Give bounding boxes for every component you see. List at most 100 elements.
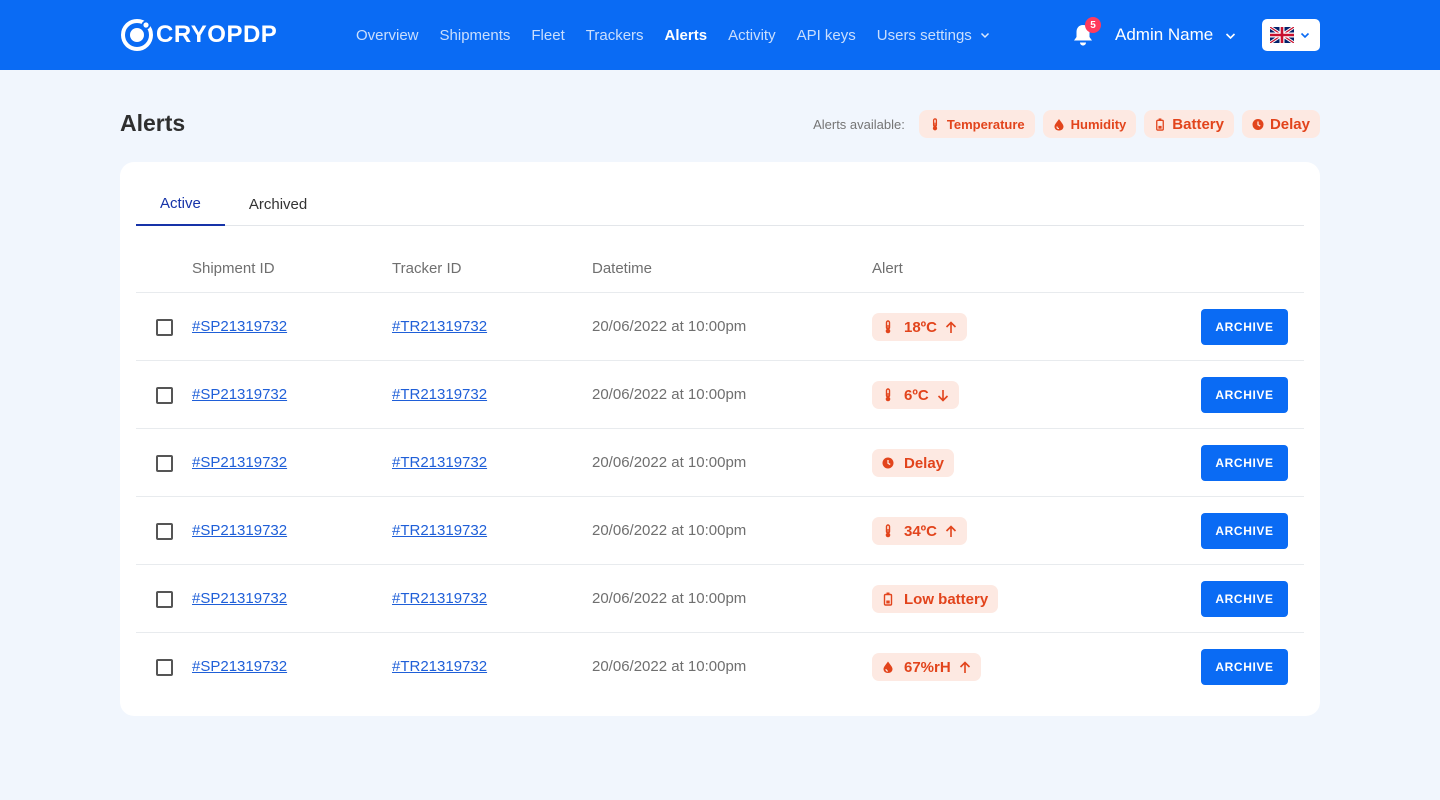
alert-datetime: 20/06/2022 at 10:00pm [592, 318, 747, 335]
nav-label: Users settings [876, 26, 972, 44]
alert-value: 34ºC [904, 522, 937, 540]
alert-value: 67%rH [904, 658, 951, 676]
top-navigation-bar: CRYOPDP Overview Shipments Fleet Tracker… [0, 0, 1440, 70]
alert-datetime: 20/06/2022 at 10:00pm [592, 454, 747, 471]
column-header-alert: Alert [872, 260, 903, 277]
row-checkbox[interactable] [156, 319, 173, 336]
shipment-id-link[interactable]: #SP21319732 [192, 318, 287, 335]
table-row: #SP21319732 #TR21319732 20/06/2022 at 10:0… [136, 360, 1304, 428]
clock-icon [1252, 118, 1264, 130]
shipment-id-link[interactable]: #SP21319732 [192, 386, 287, 403]
chevron-down-icon [1226, 32, 1236, 39]
notification-badge: 5 [1085, 17, 1101, 33]
alert-type-delay: Delay [1241, 110, 1320, 138]
tracker-id-link[interactable]: #TR21319732 [392, 318, 487, 335]
shipment-id-link[interactable]: #SP21319732 [192, 522, 287, 539]
nav-label: Overview [356, 26, 419, 44]
archive-button[interactable]: ARCHIVE [1201, 581, 1288, 617]
alerts-available: Alerts available: Temperature Humidity B… [813, 110, 1320, 138]
nav-item-activity[interactable]: Activity [728, 27, 776, 44]
alert-datetime: 20/06/2022 at 10:00pm [592, 658, 747, 675]
user-name: Admin Name [1115, 25, 1214, 44]
alert-badge: Delay [872, 449, 955, 477]
tab-active[interactable]: Active [136, 182, 225, 226]
row-checkbox[interactable] [156, 659, 173, 676]
main-nav: Overview Shipments Fleet Trackers Alerts… [356, 0, 1011, 70]
alert-value: Delay [904, 454, 945, 472]
alert-value: 6ºC [904, 386, 929, 404]
column-header-datetime: Datetime [592, 260, 653, 277]
chip-label: Battery [1172, 115, 1224, 133]
table-row: #SP21319732 #TR21319732 20/06/2022 at 10:0… [136, 292, 1304, 360]
alerts-tabs: Active Archived [136, 182, 1304, 226]
page-title: Alerts [120, 110, 186, 136]
alerts-card: Active Archived Shipment ID Tracker ID D… [120, 162, 1320, 716]
alert-datetime: 20/06/2022 at 10:00pm [592, 590, 747, 607]
nav-item-trackers[interactable]: Trackers [586, 27, 644, 44]
logo-icon [121, 19, 153, 51]
tracker-id-link[interactable]: #TR21319732 [392, 658, 487, 675]
table-row: #SP21319732 #TR21319732 20/06/2022 at 10:0… [136, 632, 1304, 700]
archive-button[interactable]: ARCHIVE [1201, 445, 1288, 481]
battery-icon [883, 592, 893, 606]
thermometer-icon [885, 388, 891, 402]
row-checkbox[interactable] [156, 387, 173, 404]
archive-button[interactable]: ARCHIVE [1201, 309, 1288, 345]
brand-logo[interactable]: CRYOPDP [120, 18, 277, 52]
arrow-up-icon [945, 524, 957, 537]
tracker-id-link[interactable]: #TR21319732 [392, 590, 487, 607]
table-row: #SP21319732 #TR21319732 20/06/2022 at 10:0… [136, 428, 1304, 496]
uk-flag-icon [1270, 27, 1294, 43]
brand-name: CRYOPDP [156, 21, 278, 48]
chip-label: Delay [1269, 115, 1310, 133]
droplet-icon [1054, 118, 1064, 130]
column-header-tracker-id: Tracker ID [392, 260, 462, 277]
nav-label: Shipments [439, 26, 511, 44]
alert-value: Low battery [904, 590, 989, 608]
tracker-id-link[interactable]: #TR21319732 [392, 454, 487, 471]
thermometer-icon [885, 320, 891, 334]
clock-icon [882, 457, 894, 469]
nav-item-api-keys[interactable]: API keys [797, 27, 856, 44]
tracker-id-link[interactable]: #TR21319732 [392, 522, 487, 539]
row-checkbox[interactable] [156, 523, 173, 540]
language-selector[interactable] [1262, 19, 1320, 51]
battery-icon [1156, 117, 1165, 131]
archive-button[interactable]: ARCHIVE [1201, 377, 1288, 413]
nav-label: Fleet [531, 26, 565, 44]
tab-archived[interactable]: Archived [225, 182, 331, 226]
chevron-down-icon [1300, 32, 1310, 39]
thermometer-icon [932, 117, 937, 130]
droplet-icon [883, 661, 893, 673]
alert-badge: 6ºC [872, 381, 959, 409]
nav-item-users-settings[interactable]: Users settings [877, 27, 990, 44]
alert-type-temperature: Temperature [918, 110, 1035, 138]
alerts-available-label: Alerts available: [813, 116, 905, 132]
tracker-id-link[interactable]: #TR21319732 [392, 386, 487, 403]
archive-button[interactable]: ARCHIVE [1201, 513, 1288, 549]
alert-datetime: 20/06/2022 at 10:00pm [592, 386, 747, 403]
arrow-down-icon [937, 389, 948, 402]
row-checkbox[interactable] [156, 591, 173, 608]
alert-value: 18ºC [904, 318, 937, 336]
shipment-id-link[interactable]: #SP21319732 [192, 454, 287, 471]
archive-button[interactable]: ARCHIVE [1201, 649, 1288, 685]
alert-badge: Low battery [872, 585, 999, 613]
nav-item-fleet[interactable]: Fleet [531, 27, 564, 44]
nav-item-shipments[interactable]: Shipments [440, 27, 511, 44]
arrow-up-icon [945, 320, 957, 333]
nav-item-alerts[interactable]: Alerts [665, 27, 708, 44]
nav-item-overview[interactable]: Overview [356, 27, 419, 44]
alert-type-battery: Battery [1144, 110, 1234, 138]
shipment-id-link[interactable]: #SP21319732 [192, 590, 287, 607]
row-checkbox[interactable] [156, 455, 173, 472]
alert-badge: 34ºC [872, 517, 967, 545]
nav-label: API keys [796, 26, 856, 44]
nav-label: Activity [728, 26, 776, 44]
nav-label: Trackers [585, 26, 644, 44]
alert-datetime: 20/06/2022 at 10:00pm [592, 522, 747, 539]
chevron-down-icon [980, 32, 989, 39]
shipment-id-link[interactable]: #SP21319732 [192, 658, 287, 675]
alert-badge: 67%rH [872, 653, 981, 681]
user-menu[interactable]: Admin Name [1115, 0, 1236, 70]
